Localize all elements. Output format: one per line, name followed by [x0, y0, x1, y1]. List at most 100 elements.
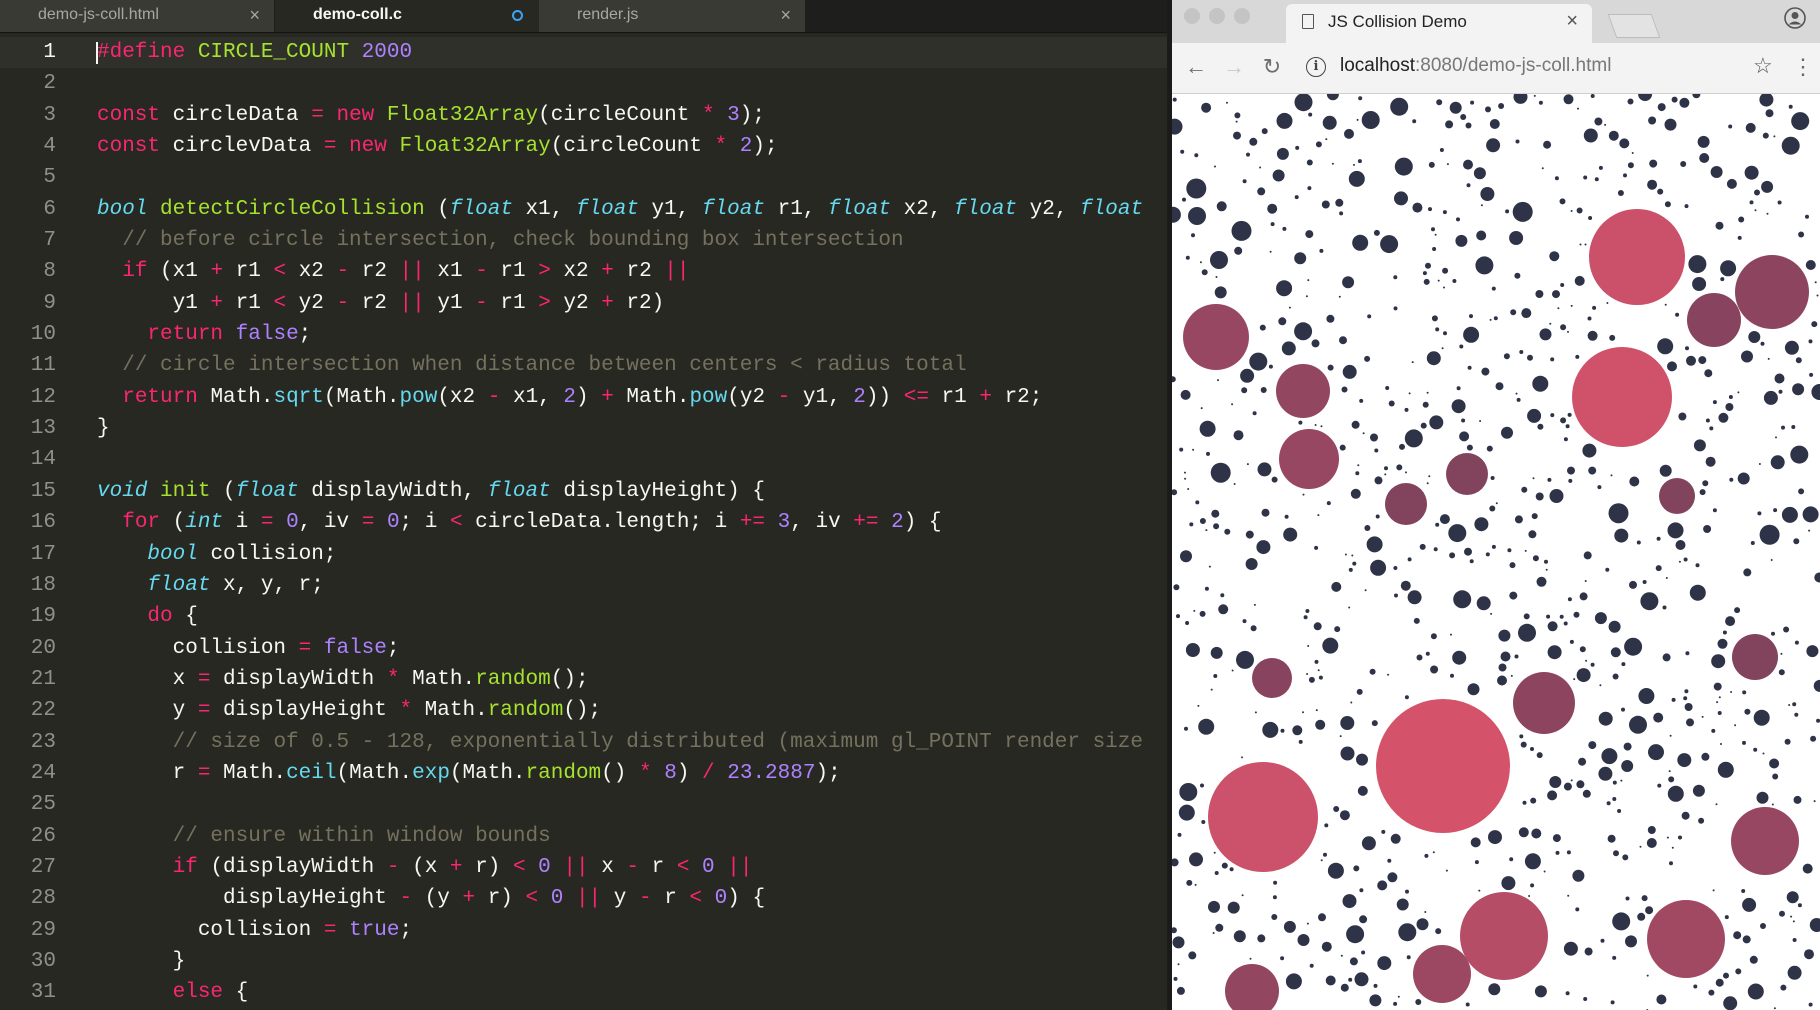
close-window-icon[interactable]: [1184, 8, 1200, 24]
code-line[interactable]: 3 const circleData = new Float32Array(cir…: [0, 100, 1167, 131]
code-line[interactable]: 5: [0, 162, 1167, 193]
line-number: 9: [43, 291, 56, 315]
circle: [1253, 603, 1256, 606]
tab-demo-js-coll-html[interactable]: demo-js-coll.html ×: [0, 0, 275, 32]
circle: [1480, 204, 1483, 207]
code-line[interactable]: 2: [0, 68, 1167, 99]
code-line[interactable]: 8 if (x1 + r1 < x2 - r2 || x1 - r1 > x2 …: [0, 256, 1167, 287]
code-area[interactable]: 1 #define CIRCLE_COUNT 2000 2 3 const circle…: [0, 37, 1167, 1009]
code-line[interactable]: 7 // before circle intersection, check b…: [0, 225, 1167, 256]
zoom-window-icon[interactable]: [1234, 8, 1250, 24]
minimize-window-icon[interactable]: [1209, 8, 1225, 24]
circle: [1544, 559, 1548, 564]
code-line[interactable]: 28 displayHeight - (y + r) < 0 || y - r …: [0, 883, 1167, 914]
code-line[interactable]: 16 for (int i = 0, iv = 0; i < circleDat…: [0, 507, 1167, 538]
circle: [1725, 616, 1736, 627]
close-icon[interactable]: ×: [780, 0, 791, 30]
code-line[interactable]: 23 // size of 0.5 - 128, exponentially d…: [0, 727, 1167, 758]
circle: [1474, 860, 1479, 865]
new-tab-button[interactable]: [1607, 14, 1661, 38]
code-line[interactable]: 27 if (displayWidth - (x + r) < 0 || x -…: [0, 852, 1167, 883]
code-line[interactable]: 26 // ensure within window bounds: [0, 821, 1167, 852]
code-token: return: [122, 385, 198, 409]
circle: [1331, 581, 1342, 592]
circle: [1509, 857, 1514, 862]
circle: [1638, 94, 1653, 102]
menu-icon[interactable]: ⋮: [1792, 53, 1814, 81]
info-icon[interactable]: i: [1306, 57, 1326, 77]
circle: [1762, 752, 1765, 755]
circle: [1374, 448, 1379, 453]
close-icon[interactable]: ×: [249, 0, 260, 30]
circle: [1362, 432, 1365, 435]
code-line[interactable]: 18 float x, y, r;: [0, 570, 1167, 601]
circle: [1178, 804, 1195, 821]
code-line[interactable]: 31 else {: [0, 977, 1167, 1008]
code-token: ): [676, 761, 703, 785]
code-token: ;: [298, 323, 312, 347]
circle: [1388, 400, 1395, 407]
code-line[interactable]: 13}: [0, 413, 1167, 444]
code-line[interactable]: 19 do {: [0, 601, 1167, 632]
reload-button[interactable]: ↻: [1258, 53, 1286, 81]
code-line[interactable]: 21 x = displayWidth * Math.random();: [0, 664, 1167, 695]
code-line[interactable]: 1 #define CIRCLE_COUNT 2000: [0, 37, 1167, 69]
circle: [1787, 965, 1802, 980]
url-host: localhost: [1340, 55, 1415, 76]
line-text: float x, y, r;: [97, 570, 323, 601]
circle: [1497, 675, 1507, 686]
code-line[interactable]: 14: [0, 444, 1167, 475]
browser-tab[interactable]: JS Collision Demo ×: [1286, 4, 1592, 43]
circle: [1474, 517, 1489, 532]
tab-render-js[interactable]: render.js ×: [539, 0, 806, 32]
code-token: pow: [399, 385, 438, 409]
circle: [1678, 560, 1681, 563]
code-line[interactable]: 11 // circle intersection when distance …: [0, 350, 1167, 381]
circle: [1808, 1002, 1813, 1007]
code-line[interactable]: 22 y = displayHeight * Math.random();: [0, 695, 1167, 726]
profile-icon[interactable]: [1784, 7, 1806, 29]
circle: [1319, 248, 1324, 253]
circle: [1426, 482, 1429, 485]
code-line[interactable]: 17 bool collision;: [0, 539, 1167, 570]
code-line[interactable]: 29 collision = true;: [0, 915, 1167, 946]
circle: [1366, 536, 1383, 553]
modified-dot-icon[interactable]: [512, 10, 523, 21]
circle: [1173, 976, 1178, 981]
circle: [1236, 650, 1254, 669]
code-line[interactable]: 9 y1 + r1 < y2 - r2 || y1 - r1 > y2 + r2…: [0, 288, 1167, 319]
code-token: x: [97, 667, 198, 691]
address-bar[interactable]: i localhost:8080/demo-js-coll.html: [1306, 50, 1734, 84]
circle: [1405, 471, 1407, 474]
code-line[interactable]: 4 const circlevData = new Float32Array(ci…: [0, 131, 1167, 162]
code-line[interactable]: 6 bool detectCircleCollision (float x1, f…: [0, 194, 1167, 225]
circle: [1515, 392, 1518, 395]
bookmark-star-icon[interactable]: ☆: [1753, 53, 1773, 79]
circle: [1399, 443, 1405, 450]
tab-demo-coll-c[interactable]: demo-coll.c: [275, 0, 539, 32]
code-token: r: [639, 855, 677, 879]
line-text: bool collision;: [97, 539, 336, 570]
circle: [1194, 883, 1197, 886]
circle: [1241, 756, 1243, 759]
circle: [1217, 379, 1219, 382]
code-line[interactable]: 12 return Math.sqrt(Math.pow(x2 - x1, 2)…: [0, 382, 1167, 413]
code-line[interactable]: 30 }: [0, 946, 1167, 977]
code-editor[interactable]: demo-js-coll.html × demo-coll.c render.j…: [0, 0, 1167, 1010]
circle: [1579, 243, 1582, 246]
code-token: =: [197, 699, 211, 723]
circle: [1594, 117, 1603, 126]
code-line[interactable]: 25: [0, 789, 1167, 820]
code-line[interactable]: 10 return false;: [0, 319, 1167, 350]
text-caret: [96, 42, 98, 64]
code-line[interactable]: 20 collision = false;: [0, 633, 1167, 664]
circle: [1285, 973, 1302, 990]
circle: [1185, 621, 1190, 625]
collision-canvas[interactable]: [1172, 94, 1820, 1010]
forward-button[interactable]: →: [1220, 53, 1248, 81]
back-button[interactable]: ←: [1182, 53, 1210, 81]
circle: [1524, 549, 1527, 552]
code-line[interactable]: 24 r = Math.ceil(Math.exp(Math.random() …: [0, 758, 1167, 789]
close-icon[interactable]: ×: [1566, 10, 1578, 33]
code-line[interactable]: 15 void init (float displayWidth, float d…: [0, 476, 1167, 507]
